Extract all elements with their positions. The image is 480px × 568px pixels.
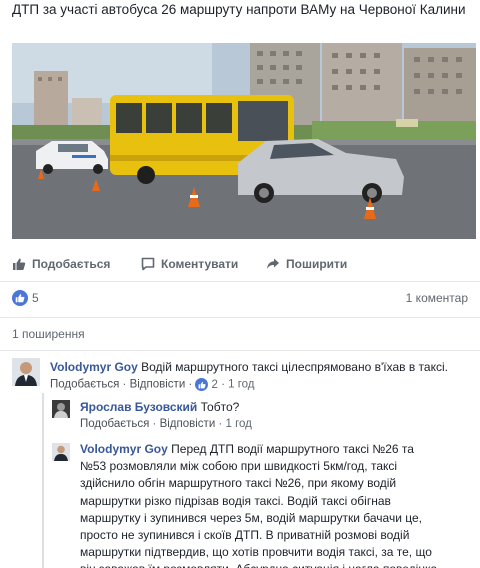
reply-thread-line [42, 393, 44, 568]
comment-like-link[interactable]: Подобається [50, 379, 119, 391]
like-label: Подобається [32, 257, 111, 271]
comment-label: Коментувати [161, 257, 239, 271]
avatar[interactable] [12, 358, 40, 386]
post-text: ДТП за участі автобуса 26 маршруту напро… [12, 2, 466, 17]
reactions-bar: 5 1 коментар [0, 288, 480, 310]
avatar[interactable] [52, 443, 70, 461]
comment-1-body: Volodymyr Goy Водій маршрутного таксі ці… [50, 359, 470, 376]
comment-text: Водій маршрутного таксі цілеспрямовано в… [141, 360, 448, 374]
shares-count[interactable]: 1 поширення [12, 327, 85, 341]
comment-count[interactable]: 1 коментар [406, 291, 468, 305]
divider [0, 281, 480, 282]
thumbs-up-icon [13, 258, 26, 270]
comment-text: Тобто? [200, 400, 240, 414]
comment-author[interactable]: Volodymyr Goy [50, 360, 138, 374]
user-avatar-icon [52, 400, 70, 418]
comment-text: Перед ДТП водії маршрутного таксі №26 та… [80, 442, 437, 568]
comment-icon [141, 257, 155, 271]
user-avatar-icon [12, 358, 40, 386]
comment-reactions[interactable]: 2 [195, 378, 218, 391]
comment-reply-link[interactable]: Відповісти [160, 418, 216, 430]
user-avatar-icon [52, 443, 70, 461]
comment-reply-link[interactable]: Відповісти [130, 379, 186, 391]
avatar[interactable] [52, 400, 70, 418]
reply-1-body: Ярослав Бузовский Тобто? [80, 399, 470, 416]
comment-author[interactable]: Volodymyr Goy [80, 442, 168, 456]
reply-1-meta: Подобається · Відповісти · 1 год [80, 418, 252, 430]
comment-button[interactable]: Коментувати [141, 252, 238, 276]
comment-time[interactable]: 1 год [228, 379, 254, 391]
like-button[interactable]: Подобається [12, 252, 110, 276]
comment-author[interactable]: Ярослав Бузовский [80, 400, 197, 414]
comment-reaction-count: 2 [211, 378, 218, 391]
share-button[interactable]: Поширити [266, 252, 347, 276]
comment-time[interactable]: 1 год [225, 418, 251, 430]
share-icon [267, 258, 279, 269]
thumbs-up-icon [198, 381, 206, 388]
comment-like-link[interactable]: Подобається [80, 418, 149, 430]
thumbs-up-icon [15, 294, 25, 303]
reply-2-body: Volodymyr Goy Перед ДТП водії маршрутног… [80, 441, 440, 568]
comment-1-meta: Подобається · Відповісти · 2 · 1 год [50, 378, 255, 391]
divider [0, 350, 480, 351]
post-actions: Подобається Коментувати Поширити [0, 252, 480, 276]
photo-scene [12, 43, 476, 239]
like-count[interactable]: 5 [32, 291, 39, 305]
like-reaction-icon [195, 378, 209, 391]
like-reaction-icon[interactable] [12, 290, 28, 306]
share-label: Поширити [286, 257, 348, 271]
post-photo[interactable] [12, 43, 476, 239]
divider [0, 317, 480, 318]
